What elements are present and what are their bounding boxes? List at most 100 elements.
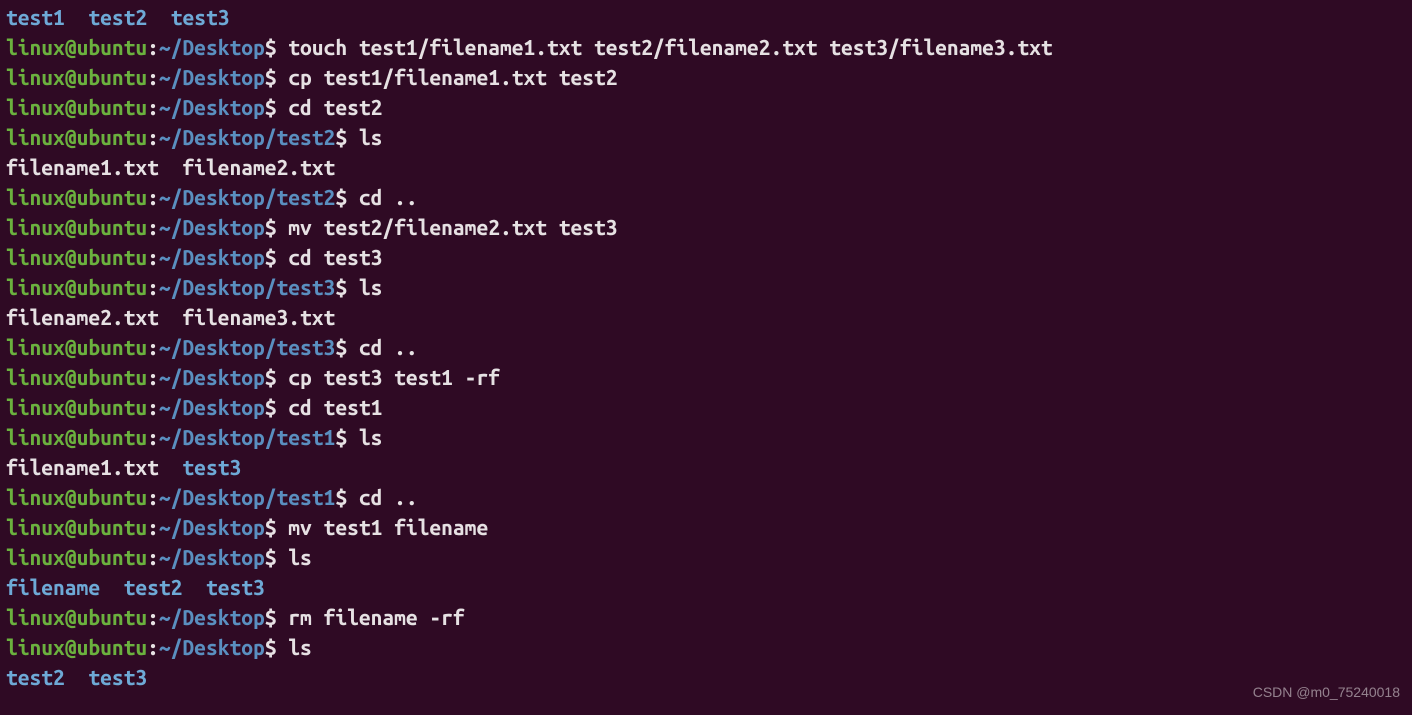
prompt-path: ~/Desktop <box>159 95 265 119</box>
prompt-dollar: $ <box>265 245 277 269</box>
prompt-colon: : <box>147 485 159 509</box>
prompt-path: ~/Desktop <box>159 545 265 569</box>
prompt-path: ~/Desktop/test1 <box>159 485 335 509</box>
prompt-colon: : <box>147 365 159 389</box>
prompt-user: linux <box>6 215 65 239</box>
terminal-line: test2 test3 <box>6 662 1406 692</box>
terminal-line: linux@ubuntu:~/Desktop$ mv test2/filenam… <box>6 212 1406 242</box>
prompt-path: ~/Desktop <box>159 605 265 629</box>
prompt-colon: : <box>147 395 159 419</box>
prompt-user: linux <box>6 95 65 119</box>
terminal-line: filename1.txt filename2.txt <box>6 152 1406 182</box>
prompt-host: ubuntu <box>77 425 148 449</box>
terminal-line: filename1.txt test3 <box>6 452 1406 482</box>
prompt-path: ~/Desktop/test2 <box>159 185 335 209</box>
terminal-line: linux@ubuntu:~/Desktop$ cd test1 <box>6 392 1406 422</box>
prompt-path: ~/Desktop/test3 <box>159 275 335 299</box>
prompt-colon: : <box>147 215 159 239</box>
prompt-host: ubuntu <box>77 485 148 509</box>
command-text: mv test1 filename <box>288 515 488 539</box>
prompt-host: ubuntu <box>77 365 148 389</box>
prompt-user: linux <box>6 425 65 449</box>
prompt-user: linux <box>6 185 65 209</box>
command-text: ls <box>288 635 312 659</box>
prompt-at: @ <box>65 245 77 269</box>
prompt-at: @ <box>65 125 77 149</box>
command-text: cd test1 <box>288 395 382 419</box>
prompt-colon: : <box>147 95 159 119</box>
prompt-user: linux <box>6 35 65 59</box>
prompt-host: ubuntu <box>77 95 148 119</box>
prompt-at: @ <box>65 275 77 299</box>
watermark: CSDN @m0_75240018 <box>1253 677 1400 707</box>
prompt-at: @ <box>65 395 77 419</box>
prompt-user: linux <box>6 545 65 569</box>
prompt-user: linux <box>6 635 65 659</box>
terminal-line: linux@ubuntu:~/Desktop$ cd test2 <box>6 92 1406 122</box>
prompt-at: @ <box>65 545 77 569</box>
prompt-path: ~/Desktop/test1 <box>159 425 335 449</box>
directory-name: test1 <box>6 5 65 29</box>
prompt-user: linux <box>6 515 65 539</box>
prompt-colon: : <box>147 245 159 269</box>
prompt-dollar: $ <box>335 425 347 449</box>
prompt-host: ubuntu <box>77 395 148 419</box>
directory-name: test2 <box>88 5 147 29</box>
prompt-path: ~/Desktop <box>159 215 265 239</box>
terminal-line: linux@ubuntu:~/Desktop/test3$ ls <box>6 272 1406 302</box>
prompt-colon: : <box>147 125 159 149</box>
directory-name: test3 <box>206 575 265 599</box>
prompt-colon: : <box>147 335 159 359</box>
prompt-dollar: $ <box>265 95 277 119</box>
prompt-path: ~/Desktop/test2 <box>159 125 335 149</box>
prompt-path: ~/Desktop <box>159 35 265 59</box>
prompt-host: ubuntu <box>77 635 148 659</box>
directory-name: test2 <box>6 665 65 689</box>
command-text: mv test2/filename2.txt test3 <box>288 215 617 239</box>
command-text: cd .. <box>359 185 418 209</box>
prompt-user: linux <box>6 275 65 299</box>
prompt-dollar: $ <box>335 335 347 359</box>
prompt-path: ~/Desktop <box>159 395 265 419</box>
terminal-line: linux@ubuntu:~/Desktop$ rm filename -rf <box>6 602 1406 632</box>
prompt-dollar: $ <box>335 125 347 149</box>
prompt-host: ubuntu <box>77 545 148 569</box>
directory-name: test2 <box>124 575 183 599</box>
prompt-user: linux <box>6 245 65 269</box>
prompt-at: @ <box>65 35 77 59</box>
prompt-path: ~/Desktop <box>159 65 265 89</box>
command-output: filename2.txt filename3.txt <box>6 305 335 329</box>
prompt-host: ubuntu <box>77 125 148 149</box>
terminal-line: linux@ubuntu:~/Desktop$ cp test3 test1 -… <box>6 362 1406 392</box>
command-output: filename1.txt filename2.txt <box>6 155 335 179</box>
prompt-path: ~/Desktop <box>159 635 265 659</box>
prompt-dollar: $ <box>335 485 347 509</box>
prompt-at: @ <box>65 185 77 209</box>
prompt-dollar: $ <box>265 605 277 629</box>
prompt-dollar: $ <box>335 275 347 299</box>
terminal-line: linux@ubuntu:~/Desktop/test2$ cd .. <box>6 182 1406 212</box>
prompt-at: @ <box>65 515 77 539</box>
prompt-host: ubuntu <box>77 605 148 629</box>
terminal-line: linux@ubuntu:~/Desktop$ touch test1/file… <box>6 32 1406 62</box>
prompt-user: linux <box>6 395 65 419</box>
prompt-host: ubuntu <box>77 65 148 89</box>
prompt-path: ~/Desktop <box>159 365 265 389</box>
prompt-user: linux <box>6 125 65 149</box>
command-text: cp test3 test1 -rf <box>288 365 500 389</box>
file-name: filename1.txt <box>6 455 159 479</box>
command-text: cd .. <box>359 485 418 509</box>
prompt-colon: : <box>147 425 159 449</box>
terminal-output[interactable]: test1 test2 test3linux@ubuntu:~/Desktop$… <box>0 0 1412 694</box>
prompt-colon: : <box>147 185 159 209</box>
terminal-line: linux@ubuntu:~/Desktop$ cd test3 <box>6 242 1406 272</box>
terminal-line: test1 test2 test3 <box>6 2 1406 32</box>
terminal-line: filename2.txt filename3.txt <box>6 302 1406 332</box>
terminal-line: filename test2 test3 <box>6 572 1406 602</box>
terminal-line: linux@ubuntu:~/Desktop/test1$ ls <box>6 422 1406 452</box>
prompt-user: linux <box>6 65 65 89</box>
prompt-dollar: $ <box>265 365 277 389</box>
prompt-user: linux <box>6 605 65 629</box>
prompt-colon: : <box>147 545 159 569</box>
prompt-at: @ <box>65 65 77 89</box>
